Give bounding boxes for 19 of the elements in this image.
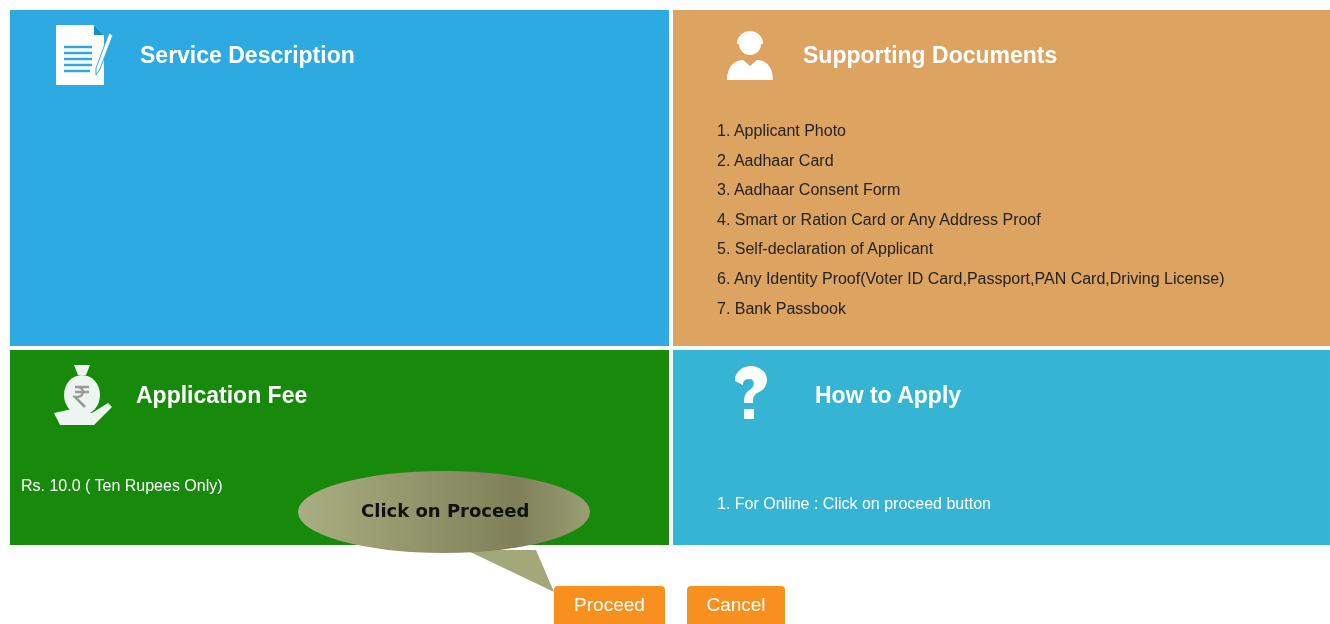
list-item: 3. Aadhaar Consent Form: [717, 180, 902, 201]
callout-text: Click on Proceed: [361, 500, 530, 521]
cancel-button[interactable]: Cancel: [687, 586, 785, 624]
list-item: 4. Smart or Ration Card or Any Address Proof: [717, 209, 1042, 230]
proceed-button[interactable]: Proceed: [554, 586, 665, 624]
list-item: Rs. 10.0 ( Ten Rupees Only): [21, 476, 224, 496]
list-item: 1. For Online : Click on proceed button: [717, 494, 992, 514]
panel-title: Application Fee: [136, 381, 308, 409]
list-item: 6. Any Identity Proof(Voter ID Card,Passport,PAN Card,Driving License): [717, 268, 1226, 289]
headset-person-icon: [725, 30, 775, 80]
panel-title: Supporting Documents: [803, 41, 1058, 69]
list-item: 1. Applicant Photo: [717, 121, 847, 141]
list-item: 2. Aadhaar Card: [717, 150, 835, 171]
panel-title: How to Apply: [815, 381, 962, 409]
list-item: 5. Self-declaration of Applicant: [717, 239, 935, 260]
document-icon: [54, 23, 114, 87]
list-item: 7. Bank Passbook: [717, 298, 847, 319]
panel-title: Service Description: [140, 41, 355, 69]
money-bag-icon: [52, 363, 112, 427]
